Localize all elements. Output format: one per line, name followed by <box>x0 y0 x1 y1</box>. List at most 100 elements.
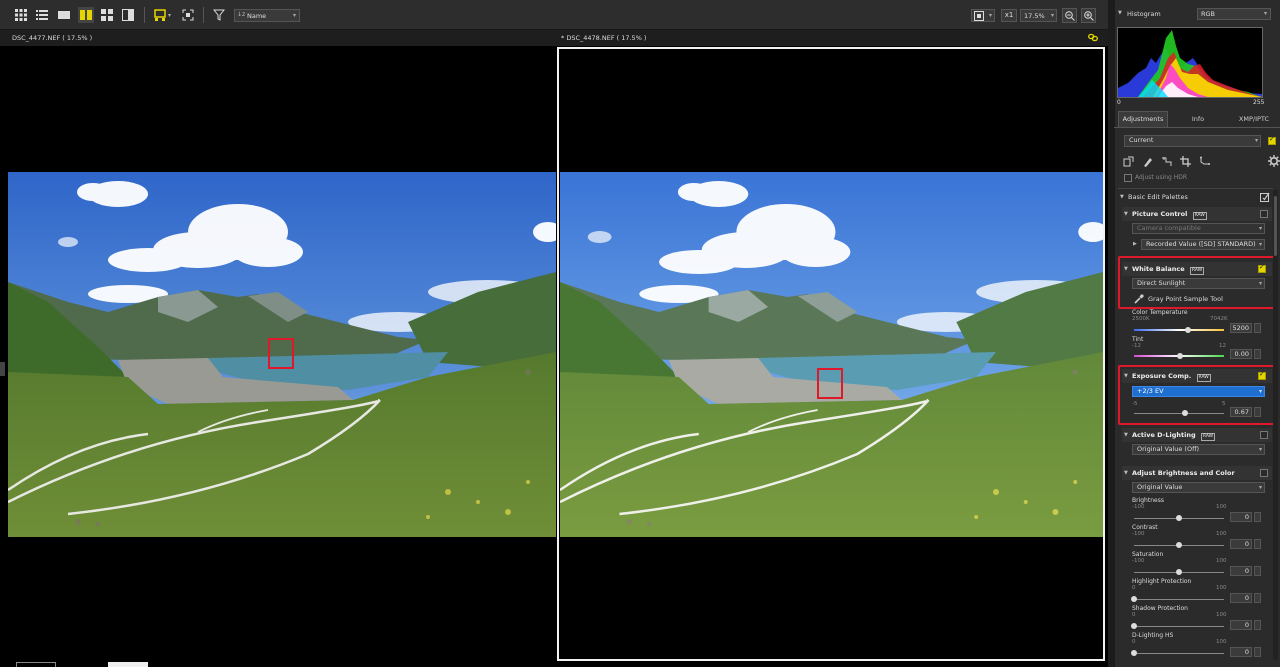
zoom-out-button[interactable] <box>1062 8 1077 23</box>
brightness-color-select[interactable]: Original Value ▾ <box>1132 482 1265 493</box>
slider-track[interactable] <box>1134 599 1224 600</box>
slider-min: -100 <box>1132 504 1145 510</box>
collapse-arrow-icon[interactable]: ▼ <box>1118 10 1122 16</box>
edit-palette-icon[interactable] <box>1260 192 1270 202</box>
picture-control-value-select[interactable]: Recorded Value ([SD] STANDARD) ▾ <box>1141 239 1265 250</box>
zoom-in-button[interactable] <box>1081 8 1096 23</box>
slider-stepper[interactable] <box>1254 512 1261 522</box>
zoom-select[interactable]: 17.5% ▾ <box>1020 9 1057 22</box>
hdr-checkbox[interactable] <box>1124 174 1132 182</box>
slider-input[interactable]: 0 <box>1230 512 1252 522</box>
tint-stepper[interactable] <box>1254 349 1261 359</box>
exposure-comp-checkbox[interactable] <box>1258 370 1266 380</box>
exposure-stepper[interactable] <box>1254 407 1261 417</box>
slider-knob[interactable] <box>1131 623 1137 629</box>
color-temperature-stepper[interactable] <box>1254 323 1261 333</box>
exposure-input[interactable]: 0.67 <box>1230 407 1252 417</box>
exposure-comp-select[interactable]: +2/3 EV ▾ <box>1132 386 1265 397</box>
expand-arrow-icon[interactable]: ▶ <box>1133 241 1137 247</box>
chevron-down-icon[interactable]: ▾ <box>168 12 171 19</box>
slider-stepper[interactable] <box>1254 566 1261 576</box>
color-temperature-knob[interactable] <box>1185 327 1191 333</box>
slider-input[interactable]: 0 <box>1230 566 1252 576</box>
exposure-comp-value: +2/3 EV <box>1137 387 1164 395</box>
slider-input[interactable]: 0 <box>1230 620 1252 630</box>
raw-badge: RAW <box>1189 267 1205 275</box>
filmstrip-thumb-selected[interactable] <box>108 662 148 667</box>
slider-knob[interactable] <box>1176 542 1182 548</box>
chevron-down-icon: ▾ <box>1258 484 1262 491</box>
white-balance-header[interactable]: White Balance RAW <box>1122 262 1272 276</box>
color-temperature-input[interactable]: 5200 <box>1230 323 1252 333</box>
zoom-100-button[interactable]: x1 <box>1001 9 1017 22</box>
panel-scrollbar-thumb[interactable] <box>1274 196 1277 256</box>
eyedropper-icon[interactable] <box>1134 294 1144 304</box>
slider-stepper[interactable] <box>1254 620 1261 630</box>
adjustment-preset-select[interactable]: Current ▾ <box>1124 135 1261 147</box>
filmstrip-thumb[interactable] <box>16 662 56 667</box>
slider-input[interactable]: 0 <box>1230 593 1252 603</box>
brightness-color-checkbox[interactable] <box>1260 469 1268 477</box>
list-view-icon[interactable] <box>34 7 50 23</box>
compare-view-icon[interactable] <box>78 7 94 23</box>
multi-view-icon[interactable] <box>99 7 115 23</box>
color-temperature-label: Color Temperature <box>1132 309 1188 316</box>
slider-stepper[interactable] <box>1254 539 1261 549</box>
tint-label: Tint <box>1132 336 1144 343</box>
slider-label: Saturation <box>1132 551 1164 558</box>
picture-control-checkbox[interactable] <box>1260 210 1268 218</box>
collapse-arrow-icon[interactable]: ▼ <box>1120 194 1124 200</box>
white-balance-checkbox[interactable] <box>1258 263 1266 273</box>
retouch-brush-icon[interactable] <box>1142 156 1153 167</box>
fit-screen-button[interactable]: ▾ <box>971 9 995 22</box>
exposure-slider[interactable] <box>1134 413 1224 414</box>
focus-area-icon[interactable] <box>180 7 196 23</box>
color-temperature-slider[interactable] <box>1134 329 1224 331</box>
slider-knob[interactable] <box>1131 650 1137 656</box>
exposure-comp-header[interactable]: Exposure Comp. RAW <box>1122 369 1272 383</box>
slider-knob[interactable] <box>1176 569 1182 575</box>
slider-stepper[interactable] <box>1254 647 1261 657</box>
panel-scrollbar[interactable] <box>1273 190 1278 660</box>
filter-icon[interactable] <box>211 7 227 23</box>
label-filter-icon[interactable] <box>152 7 168 23</box>
active-d-lighting-header[interactable]: Active D-Lighting RAW <box>1122 428 1272 442</box>
gray-point-tool-label[interactable]: Gray Point Sample Tool <box>1148 295 1223 303</box>
before-after-icon[interactable] <box>120 7 136 23</box>
active-d-lighting-checkbox[interactable] <box>1260 431 1268 439</box>
slider-stepper[interactable] <box>1254 593 1261 603</box>
picture-control-header[interactable]: Picture Control RAW <box>1122 207 1272 221</box>
slider-knob[interactable] <box>1176 515 1182 521</box>
sync-link-icon[interactable] <box>1088 33 1098 42</box>
slider-input[interactable]: 0 <box>1230 539 1252 549</box>
crop-icon[interactable] <box>1180 156 1191 167</box>
grid-view-icon[interactable] <box>13 7 29 23</box>
tab-info[interactable]: Info <box>1172 112 1224 127</box>
color-temperature-min: 2500K <box>1132 316 1150 322</box>
slider-track[interactable] <box>1134 653 1224 654</box>
slider-label: Contrast <box>1132 524 1158 531</box>
perspective-icon[interactable] <box>1199 156 1210 167</box>
exposure-knob[interactable] <box>1182 410 1188 416</box>
slider-max: 100 <box>1216 639 1227 645</box>
adjust-tool-icon[interactable] <box>1123 156 1134 167</box>
picture-control-mode-select[interactable]: Camera compatible ▾ <box>1132 223 1265 234</box>
tab-xmp-iptc[interactable]: XMP/IPTC <box>1228 112 1280 127</box>
histogram-channel-select[interactable]: RGB ▾ <box>1197 8 1271 20</box>
chevron-down-icon: ▾ <box>1263 10 1267 17</box>
tint-knob[interactable] <box>1177 353 1183 359</box>
gear-icon[interactable] <box>1268 155 1280 167</box>
tint-input[interactable]: 0.00 <box>1230 349 1252 359</box>
preset-apply-checkbox[interactable] <box>1268 135 1276 145</box>
active-d-lighting-select[interactable]: Original Value (Off) ▾ <box>1132 444 1265 455</box>
single-view-icon[interactable] <box>56 7 72 23</box>
slider-knob[interactable] <box>1131 596 1137 602</box>
slider-input[interactable]: 0 <box>1230 647 1252 657</box>
slider-track[interactable] <box>1134 626 1224 627</box>
left-collapse-handle[interactable] <box>0 362 5 376</box>
brightness-color-header[interactable]: Adjust Brightness and Color <box>1122 466 1272 480</box>
straighten-icon[interactable] <box>1161 156 1172 167</box>
sort-select[interactable]: ↓z Name ▾ <box>234 9 300 22</box>
white-balance-select[interactable]: Direct Sunlight ▾ <box>1132 278 1265 289</box>
tab-adjustments[interactable]: Adjustments <box>1118 111 1168 127</box>
